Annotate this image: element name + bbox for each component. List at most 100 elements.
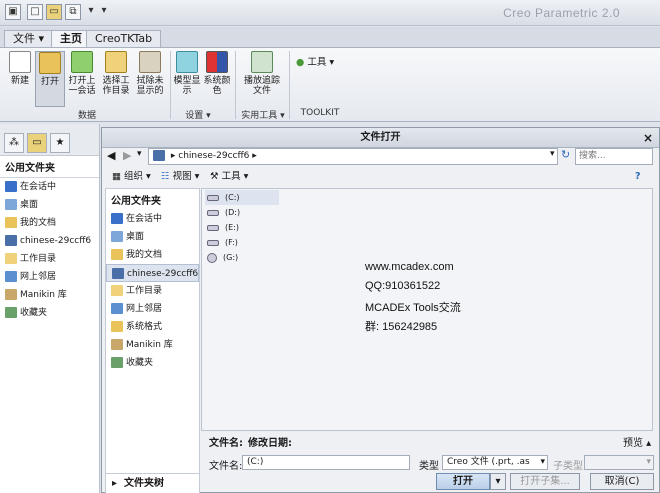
file-list: (C:) (D:) (E:) (F:) (G:) www.mcadex.com … [201,188,653,431]
refresh-icon[interactable]: ↻ [561,148,570,161]
computer-icon [153,150,165,161]
group-data-label: 数据 [77,111,96,121]
address-bar[interactable]: ▸ chinese-29ccff6 ▸ [148,148,558,165]
type-select[interactable]: Creo 文件 (.prt, .as ▾ [442,455,548,470]
system-color-button[interactable]: 系统颜色 [202,51,232,96]
favorites-tab-icon[interactable]: ★ [50,133,70,153]
history-dropdown-icon[interactable]: ▾ [137,149,142,159]
drive-e[interactable]: (E:) [205,220,239,235]
close-icon[interactable]: × [643,128,653,148]
network-icon [111,303,123,314]
ribbon-tabs: 文件 ▾ 主页 CreoTKTab [0,27,660,48]
folder-item-computer[interactable]: chinese-29ccff6 [106,264,199,282]
back-icon[interactable]: ◀ [107,149,115,162]
organize-icon: ▦ [112,171,121,182]
tab-home[interactable]: 主页 [51,30,91,48]
tab-file[interactable]: 文件 ▾ [4,30,54,47]
divider [235,51,236,119]
nav-item-working-dir[interactable]: 工作目录 [0,250,99,268]
help-icon[interactable]: ? [635,171,641,183]
app-icon[interactable]: ▣ [5,4,21,20]
folder-item-favorites[interactable]: 收藏夹 [106,354,199,372]
open-file-button[interactable]: 打开 [436,473,490,490]
folder-item-my-documents[interactable]: 我的文档 [106,246,199,264]
folder-browser-tab-icon[interactable]: ▭ [27,133,47,153]
nav-item-in-session[interactable]: 在会话中 [0,178,99,196]
watermark-line: www.mcadex.com [365,261,454,273]
folder-icon [111,249,123,260]
working-directory-icon [105,51,127,73]
dialog-title-bar: 文件打开 × [102,128,659,148]
search-input[interactable]: 搜索... [575,148,653,165]
folder-item-desktop[interactable]: 桌面 [106,228,199,246]
app-title: Creo Parametric 2.0 [503,6,620,20]
windows-icon[interactable]: ⧉ [65,4,81,20]
drive-f[interactable]: (F:) [205,235,238,250]
drive-icon [207,194,219,201]
system-color-icon [206,51,228,73]
play-trail-button[interactable]: 播放追踪文件 [244,51,280,96]
folder-item-network[interactable]: 网上邻居 [106,300,199,318]
watermark-line: MCADEx Tools交流 [365,302,461,314]
manikin-icon [5,289,17,300]
working-folder-icon [111,285,123,296]
open-icon[interactable]: ▭ [46,4,62,20]
open-last-session-button[interactable]: 打开上一会话 [67,51,97,96]
computer-icon [5,235,17,246]
group-settings-label[interactable]: 设置 ▾ [180,108,216,121]
new-button[interactable]: 新建 [5,51,35,86]
drive-g[interactable]: (G:) [205,250,238,265]
erase-icon [139,51,161,73]
folder-item-in-session[interactable]: 在会话中 [106,210,199,228]
nav-item-manikin[interactable]: Manikin 库 [0,286,99,304]
nav-item-favorites[interactable]: 收藏夹 [0,304,99,322]
common-folders-heading: 公用文件夹 [0,156,99,178]
preview-toggle[interactable]: 预览 ▴ [623,434,651,449]
desktop-icon [111,231,123,242]
favorites-icon [111,357,123,368]
subtype-select[interactable]: ▾ [584,455,654,470]
nav-item-computer[interactable]: chinese-29ccff6 [0,232,99,250]
views-icon: ☷ [161,171,170,182]
drive-d[interactable]: (D:) [205,205,240,220]
folder-item-working-dir[interactable]: 工作目录 [106,282,199,300]
filename-input[interactable]: (C:) [242,455,410,470]
nav-item-desktop[interactable]: 桌面 [0,196,99,214]
open-folder-icon [39,52,61,74]
group-utilities-label[interactable]: 实用工具 ▾ [237,108,289,121]
select-working-dir-button[interactable]: 选择工作目录 [101,51,131,96]
folder-icon [111,321,123,332]
model-tree-tab-icon[interactable]: ⁂ [4,133,24,153]
folder-tree-toggle[interactable]: ▸ 文件夹树 [106,473,199,493]
cancel-button[interactable]: 取消(C) [590,473,654,490]
new-document-icon [9,51,31,73]
open-button[interactable]: 打开 [35,51,65,107]
tools-dropdown[interactable]: ⚒ 工具 ▾ [210,171,248,183]
drive-icon [207,224,219,231]
open-options-dropdown[interactable]: ▾ [490,473,506,490]
manikin-icon [111,339,123,350]
filename-label: 文件名: [209,461,243,472]
customize-icon[interactable]: ▾ [96,4,112,20]
forward-icon[interactable]: ▶ [123,149,131,162]
nav-item-my-documents[interactable]: 我的文档 [0,214,99,232]
play-trail-icon [251,51,273,73]
monitor-icon [5,181,17,192]
file-name-status: 文件名: [209,438,243,449]
watermark-line: 群: 156242985 [365,321,438,333]
nav-item-network[interactable]: 网上邻居 [0,268,99,286]
tools-menu[interactable]: ● 工具 ▾ [296,54,334,68]
open-subset-button[interactable]: 打开子集... [510,473,580,490]
views-menu[interactable]: ☷ 视图 ▾ [161,171,199,183]
folder-item-manikin[interactable]: Manikin 库 [106,336,199,354]
model-display-button[interactable]: 模型显示 [172,51,202,96]
chevron-down-icon: ▾ [540,457,545,467]
tab-creotktab[interactable]: CreoTKTab [86,30,162,47]
erase-not-displayed-button[interactable]: 拭除未显示的 [135,51,165,96]
cd-drive-icon [207,252,217,263]
new-icon[interactable]: □ [27,4,43,20]
address-dropdown-icon[interactable]: ▾ [550,149,555,159]
folder-item-system-formats[interactable]: 系统格式 [106,318,199,336]
drive-c[interactable]: (C:) [205,190,279,205]
organize-menu[interactable]: ▦ 组织 ▾ [112,171,151,183]
